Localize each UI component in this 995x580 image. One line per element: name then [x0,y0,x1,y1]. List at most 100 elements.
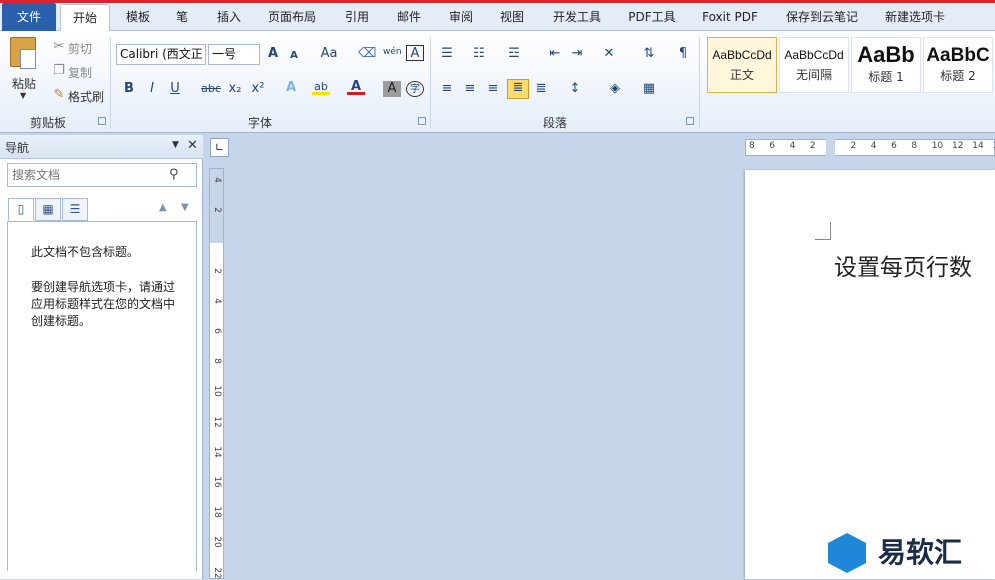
ribbon-tab-bar: 文件 开始 模板 笔 插入 页面布局 引用 邮件 审阅 视图 开发工具 PDF工… [0,0,995,32]
clear-format-icon[interactable]: ⌫ [358,46,376,62]
tab-foxit-pdf[interactable]: Foxit PDF [698,6,762,31]
tab-developer[interactable]: 开发工具 [546,6,608,31]
tab-pen[interactable]: 笔 [170,6,194,31]
paragraph-launcher-icon[interactable] [686,117,694,125]
chevron-down-icon[interactable]: ▼ [181,202,189,213]
format-painter-button[interactable]: ✎ 格式刷 [50,87,106,105]
group-divider [699,37,700,129]
char-border-icon[interactable]: A [406,45,424,61]
multilevel-list-icon[interactable]: ☲ [505,46,523,62]
increase-indent-icon[interactable]: ⇥ [568,46,586,62]
style-preview: AaBb [857,42,915,67]
scissors-icon: ✂ [53,39,65,54]
change-case-icon[interactable]: Aa [318,46,340,62]
tab-view[interactable]: 视图 [493,6,531,31]
tab-page-layout[interactable]: 页面布局 [262,6,322,31]
ruler-tick-label: 10 [931,141,944,151]
copy-button[interactable]: ❐ 复制 [50,63,100,81]
ruler-tick-label: 8 [911,141,918,151]
tab-insert[interactable]: 插入 [209,6,249,31]
numbering-icon[interactable]: ☷ [470,46,488,62]
ruler-tick-label: 16 [212,476,222,488]
paste-button[interactable]: 粘贴 ▼ [6,35,42,105]
create-headings-hint: 要创建导航选项卡，请通过应用标题样式在您的文档中创建标题。 [31,280,176,328]
decrease-indent-icon[interactable]: ⇤ [546,46,564,62]
ruler-tick-label: 22 [212,566,222,579]
ruler-tick-label: 18 [212,506,222,518]
ruler-tick-label: 4 [870,141,877,151]
font-name-select[interactable]: Calibri (西文正 [116,44,206,65]
style-heading-1[interactable]: AaBb 标题 1 [851,37,921,93]
show-marks-icon[interactable]: ¶ [674,46,692,62]
tab-pdf-tools[interactable]: PDF工具 [622,6,682,31]
tab-home[interactable]: 开始 [60,4,110,32]
phonetic-guide-icon[interactable]: wén [383,44,402,60]
borders-icon[interactable]: ▦ [640,81,658,97]
tab-pages[interactable]: ▦ [35,198,61,221]
shading-icon[interactable]: ◈ [606,81,624,97]
cut-label: 剪切 [68,42,93,56]
highlight-icon[interactable]: ab [312,79,330,95]
tab-file[interactable]: 文件 [2,3,56,31]
tab-new-tab[interactable]: 新建选项卡 [878,6,952,31]
font-size-select[interactable]: 一号 [208,44,260,65]
search-icon[interactable]: ⚲ [169,167,179,182]
char-shading-icon[interactable]: A [383,81,401,97]
tab-references[interactable]: 引用 [338,6,376,31]
ruler-tick-label: 6 [212,328,222,334]
chevron-down-icon[interactable]: ▼ [172,140,179,150]
ruler-tick-label: 4 [212,177,222,183]
strikethrough-icon[interactable]: abc [200,81,222,97]
justify-icon[interactable]: ≣ [507,79,529,99]
copy-icon: ❐ [53,63,65,78]
tab-template[interactable]: 模板 [118,6,158,31]
style-heading-2[interactable]: AaBbC 标题 2 [923,37,993,93]
format-painter-label: 格式刷 [68,90,105,104]
tab-headings[interactable]: ▯ [8,198,34,221]
horizontal-ruler[interactable]: 8642246810121416 [745,139,995,156]
font-color-icon[interactable]: A [347,79,365,95]
navigation-pane: 导航 ▼ ✕ 搜索文档 ⚲ ▯ ▦ ☰ ▲ ▼ 此文档不包含标题。 要创建导航选… [0,135,203,579]
style-normal[interactable]: AaBbCcDd 正文 [707,37,777,93]
grow-font-icon[interactable]: A [264,46,282,62]
bold-icon[interactable]: B [120,81,138,97]
tab-review[interactable]: 审阅 [442,6,480,31]
enclose-char-icon[interactable]: 字 [406,81,424,97]
paste-label: 粘贴 [12,77,37,91]
sort-icon[interactable]: ⇅ [640,46,658,62]
subscript-icon[interactable]: x₂ [226,81,244,97]
tab-mailings[interactable]: 邮件 [390,6,428,31]
vertical-ruler[interactable]: 4 2 2 4 6 8 10 12 14 16 18 20 22 [209,168,224,579]
style-name: 正文 [729,68,754,82]
bullets-icon[interactable]: ☰ [438,46,456,62]
underline-icon[interactable]: U [166,81,184,97]
navigation-tabs: ▯ ▦ ☰ ▲ ▼ [8,198,198,221]
asian-layout-icon[interactable]: ✕ [600,46,618,62]
cut-button[interactable]: ✂ 剪切 [50,39,100,57]
text-effects-icon[interactable]: A [282,80,300,96]
style-preview: AaBbC [926,45,990,66]
distributed-icon[interactable]: ≣ [532,81,550,97]
chevron-up-icon[interactable]: ▲ [159,202,167,213]
ruler-tick-label: 4 [789,141,796,151]
tab-stop-selector[interactable]: ∟ [210,138,229,157]
ruler-tick-label: 14 [212,446,222,458]
document-page[interactable] [745,170,995,579]
tab-save-to-cloud-note[interactable]: 保存到云笔记 [778,6,866,31]
shrink-font-icon[interactable]: A [285,48,303,64]
ruler-tick-label: 8 [749,141,755,151]
line-spacing-icon[interactable]: ↕ [566,81,584,97]
clipboard-launcher-icon[interactable] [98,117,106,125]
italic-icon[interactable]: I [143,81,161,97]
document-title[interactable]: 设置每页行数 [834,248,972,282]
align-center-icon[interactable]: ≡ [461,81,479,97]
align-right-icon[interactable]: ≡ [484,81,502,97]
tab-results[interactable]: ☰ [62,198,88,221]
font-launcher-icon[interactable] [418,117,426,125]
style-no-spacing[interactable]: AaBbCcDd 无间隔 [779,37,849,93]
close-icon[interactable]: ✕ [187,138,198,153]
superscript-icon[interactable]: x² [249,81,267,97]
align-left-icon[interactable]: ≡ [438,81,456,97]
ruler-tick-label: 4 [212,297,222,304]
indent-marker[interactable] [826,139,835,156]
